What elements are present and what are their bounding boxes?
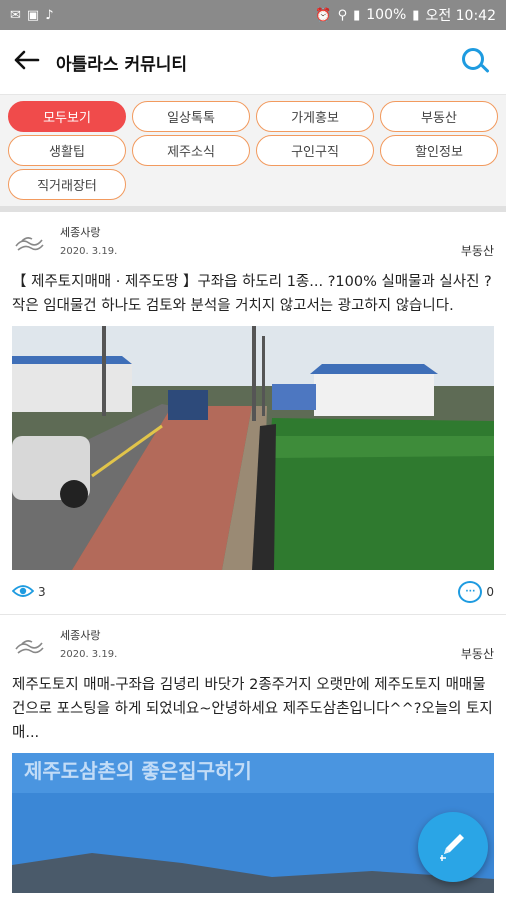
clock: 오전 10:42 xyxy=(425,8,496,24)
chip-real-estate[interactable]: 부동산 xyxy=(380,101,498,132)
message-icon: ✉ xyxy=(10,7,21,23)
pencil-icon xyxy=(436,828,470,866)
chip-life-tips[interactable]: 생활팁 xyxy=(8,135,126,166)
battery-icon: ▮ xyxy=(412,7,420,23)
back-arrow-icon[interactable] xyxy=(14,47,50,77)
post-card[interactable]: 세종사랑 2020. 3.19. 부동산 【 제주토지매매 · 제주도땅 】구좌… xyxy=(0,212,506,614)
chip-all[interactable]: 모두보기 xyxy=(8,101,126,132)
battery-level: 100% xyxy=(366,7,407,23)
status-right: ⏰ ⚲ ▮ 100% ▮ 오전 10:42 xyxy=(315,5,496,25)
write-post-button[interactable] xyxy=(418,812,488,882)
app-bar: 아틀라스 커뮤니티 xyxy=(0,30,506,94)
eye-icon xyxy=(11,584,35,601)
avatar xyxy=(12,228,46,262)
post-body: 제주도토지 매매-구좌읍 김녕리 바닷가 2종주거지 오랫만에 제주도토지 매매… xyxy=(12,677,493,741)
music-icon: ♪ xyxy=(45,7,54,23)
post-body: 【 제주토지매매 · 제주도땅 】구좌읍 하도리 1종... ?100% 실매물… xyxy=(12,274,492,314)
comment-count-value: 0 xyxy=(486,585,494,599)
status-left: ✉ ▣ ♪ xyxy=(10,9,54,22)
category-filter-bar: 모두보기 일상톡톡 가게홍보 부동산 생활팁 제주소식 구인구직 할인정보 직거… xyxy=(0,94,506,206)
comment-icon: ··· xyxy=(458,581,483,603)
view-count: 3 xyxy=(11,584,46,601)
chip-direct-market[interactable]: 직거래장터 xyxy=(8,169,126,200)
post-date: 2020. 3.19. xyxy=(60,246,118,257)
post-header: 세종사랑 2020. 3.19. 부동산 xyxy=(12,615,494,671)
post-photo[interactable] xyxy=(12,326,494,570)
chip-jobs[interactable]: 구인구직 xyxy=(256,135,374,166)
chip-jeju-news[interactable]: 제주소식 xyxy=(132,135,250,166)
category-chips: 모두보기 일상톡톡 가게홍보 부동산 생활팁 제주소식 구인구직 할인정보 직거… xyxy=(8,101,498,200)
search-icon[interactable] xyxy=(460,46,492,78)
comment-count[interactable]: ··· 0 xyxy=(458,581,494,603)
status-bar: ✉ ▣ ♪ ⏰ ⚲ ▮ 100% ▮ 오전 10:42 xyxy=(0,0,506,30)
post-header: 세종사랑 2020. 3.19. 부동산 xyxy=(12,212,494,268)
post-footer: 3 ··· 0 xyxy=(11,570,494,614)
post-date: 2020. 3.19. xyxy=(60,649,118,660)
view-count-value: 3 xyxy=(38,585,46,599)
alarm-icon: ⏰ xyxy=(315,7,332,23)
photo-caption: 제주도삼촌의 좋은집구하기 xyxy=(24,759,252,783)
image-icon: ▣ xyxy=(26,7,40,23)
chip-discounts[interactable]: 할인정보 xyxy=(380,135,498,166)
post-author: 세종사랑 xyxy=(60,629,101,642)
chip-daily-talk[interactable]: 일상톡톡 xyxy=(132,101,250,132)
post-photo[interactable]: 제주도삼촌의 좋은집구하기 xyxy=(12,753,494,893)
post-category: 부동산 xyxy=(460,244,494,258)
signal-icon: ▮ xyxy=(353,7,361,23)
wifi-icon: ⚲ xyxy=(337,7,348,23)
post-category: 부동산 xyxy=(460,647,494,661)
chip-store-promo[interactable]: 가게홍보 xyxy=(256,101,374,132)
post-author: 세종사랑 xyxy=(60,226,101,239)
avatar xyxy=(12,631,46,665)
page-title: 아틀라스 커뮤니티 xyxy=(56,54,188,75)
